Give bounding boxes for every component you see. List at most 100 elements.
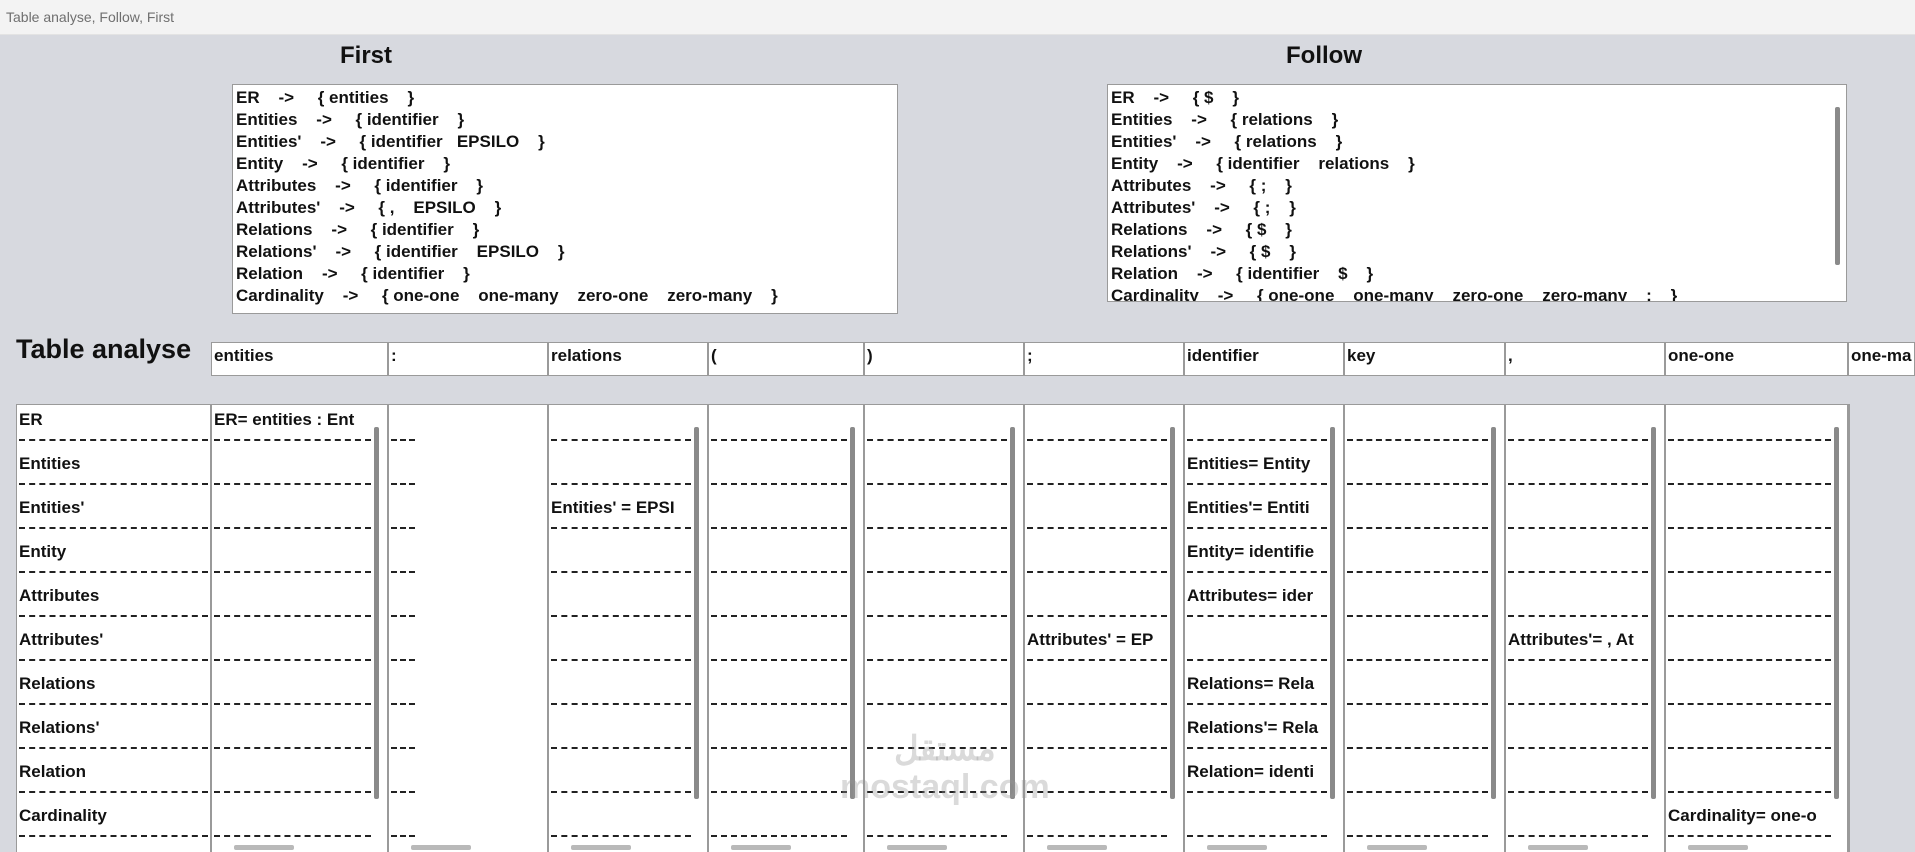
table-cell[interactable] <box>1027 453 1167 475</box>
table-cell[interactable] <box>867 541 1007 563</box>
column-vertical-scrollbar[interactable] <box>694 427 699 799</box>
column-horizontal-scrollbar[interactable] <box>411 845 471 850</box>
table-cell[interactable] <box>711 585 847 607</box>
table-cell[interactable] <box>867 585 1007 607</box>
table-cell[interactable]: Relations'= Rela <box>1187 717 1327 739</box>
table-cell[interactable] <box>391 497 531 519</box>
table-cell[interactable] <box>1668 409 1831 431</box>
table-cell[interactable] <box>551 805 691 827</box>
table-cell[interactable] <box>391 629 531 651</box>
table-cell[interactable] <box>1668 717 1831 739</box>
table-cell[interactable] <box>1027 805 1167 827</box>
column-horizontal-scrollbar[interactable] <box>234 845 294 850</box>
table-cell[interactable] <box>1027 497 1167 519</box>
table-cell[interactable] <box>867 673 1007 695</box>
table-column[interactable]: Entities' = EPSI <box>548 404 708 852</box>
table-cell[interactable] <box>1347 673 1488 695</box>
table-header-cell[interactable]: identifier <box>1184 342 1344 376</box>
first-textbox[interactable]: ER -> { entities } Entities -> { identifi… <box>232 84 898 314</box>
table-cell[interactable] <box>214 761 371 783</box>
table-cell[interactable] <box>1347 761 1488 783</box>
table-cell[interactable] <box>1508 673 1648 695</box>
table-cell[interactable] <box>711 541 847 563</box>
table-cell[interactable] <box>391 761 531 783</box>
table-cell[interactable] <box>867 629 1007 651</box>
table-header-cell[interactable]: key <box>1344 342 1505 376</box>
table-cell[interactable] <box>214 497 371 519</box>
table-cell[interactable] <box>1668 453 1831 475</box>
table-cell[interactable] <box>1347 717 1488 739</box>
table-cell[interactable] <box>711 805 847 827</box>
column-horizontal-scrollbar[interactable] <box>1528 845 1588 850</box>
table-cell[interactable] <box>551 629 691 651</box>
table-cell[interactable] <box>1508 497 1648 519</box>
table-cell[interactable] <box>551 409 691 431</box>
table-cell[interactable]: Entities'= Entiti <box>1187 497 1327 519</box>
table-cell[interactable] <box>1347 541 1488 563</box>
table-cell[interactable] <box>867 453 1007 475</box>
table-cell[interactable]: Entities' = EPSI <box>551 497 691 519</box>
table-cell[interactable] <box>1668 673 1831 695</box>
column-vertical-scrollbar[interactable] <box>1491 427 1496 799</box>
table-cell[interactable] <box>1668 629 1831 651</box>
column-vertical-scrollbar[interactable] <box>1834 427 1839 799</box>
column-vertical-scrollbar[interactable] <box>1651 427 1656 799</box>
table-cell[interactable] <box>1508 541 1648 563</box>
table-column[interactable]: Cardina <box>1848 404 1850 852</box>
table-cell[interactable] <box>1508 717 1648 739</box>
table-column[interactable]: Entities= Entity Entities'= Entiti Entity=… <box>1184 404 1344 852</box>
table-cell[interactable] <box>1347 629 1488 651</box>
table-cell[interactable] <box>1508 805 1648 827</box>
table-cell[interactable] <box>1027 585 1167 607</box>
table-cell[interactable]: Entity= identifie <box>1187 541 1327 563</box>
follow-vertical-scrollbar[interactable] <box>1835 107 1840 265</box>
table-header-cell[interactable]: : <box>388 342 548 376</box>
table-cell[interactable]: Relations= Rela <box>1187 673 1327 695</box>
table-cell[interactable]: ER= entities : Ent <box>214 409 371 431</box>
table-header-cell[interactable]: one-ma <box>1848 342 1915 376</box>
table-cell[interactable] <box>1668 541 1831 563</box>
table-cell[interactable]: Entities= Entity <box>1187 453 1327 475</box>
table-cell[interactable] <box>214 541 371 563</box>
table-cell[interactable] <box>711 629 847 651</box>
table-header-cell[interactable]: ; <box>1024 342 1184 376</box>
table-cell[interactable] <box>551 453 691 475</box>
table-cell[interactable] <box>214 585 371 607</box>
table-cell[interactable] <box>711 497 847 519</box>
table-header-cell[interactable]: ( <box>708 342 864 376</box>
table-cell[interactable] <box>1187 629 1327 651</box>
table-cell[interactable] <box>214 673 371 695</box>
table-cell[interactable] <box>1347 453 1488 475</box>
column-vertical-scrollbar[interactable] <box>1170 427 1175 799</box>
table-header-cell[interactable]: one-one <box>1665 342 1848 376</box>
table-cell[interactable] <box>1027 409 1167 431</box>
table-cell[interactable] <box>1508 409 1648 431</box>
table-cell[interactable] <box>391 717 531 739</box>
table-cell[interactable] <box>711 409 847 431</box>
column-horizontal-scrollbar[interactable] <box>571 845 631 850</box>
table-column[interactable]: ER= entities : Ent <box>211 404 388 852</box>
table-cell[interactable] <box>391 585 531 607</box>
table-cell[interactable]: Cardinality= one-o <box>1668 805 1831 827</box>
column-horizontal-scrollbar[interactable] <box>1688 845 1748 850</box>
table-cell[interactable] <box>1508 761 1648 783</box>
table-cell[interactable] <box>551 673 691 695</box>
column-horizontal-scrollbar[interactable] <box>887 845 947 850</box>
table-cell[interactable] <box>214 629 371 651</box>
table-cell[interactable] <box>1347 409 1488 431</box>
table-cell[interactable] <box>1347 497 1488 519</box>
table-cell[interactable]: Attributes= ider <box>1187 585 1327 607</box>
table-cell[interactable] <box>1668 761 1831 783</box>
table-cell[interactable] <box>867 409 1007 431</box>
column-horizontal-scrollbar[interactable] <box>1047 845 1107 850</box>
table-cell[interactable] <box>551 717 691 739</box>
table-cell[interactable] <box>1508 585 1648 607</box>
table-cell[interactable] <box>1347 585 1488 607</box>
table-column[interactable] <box>1344 404 1505 852</box>
row-labels-column[interactable]: ER Entities Entities' Entity Attributes Attri… <box>16 404 211 852</box>
table-cell[interactable] <box>551 761 691 783</box>
table-cell[interactable] <box>867 497 1007 519</box>
table-cell[interactable]: Attributes' = EP <box>1027 629 1167 651</box>
table-cell[interactable] <box>1508 453 1648 475</box>
table-cell[interactable] <box>551 541 691 563</box>
